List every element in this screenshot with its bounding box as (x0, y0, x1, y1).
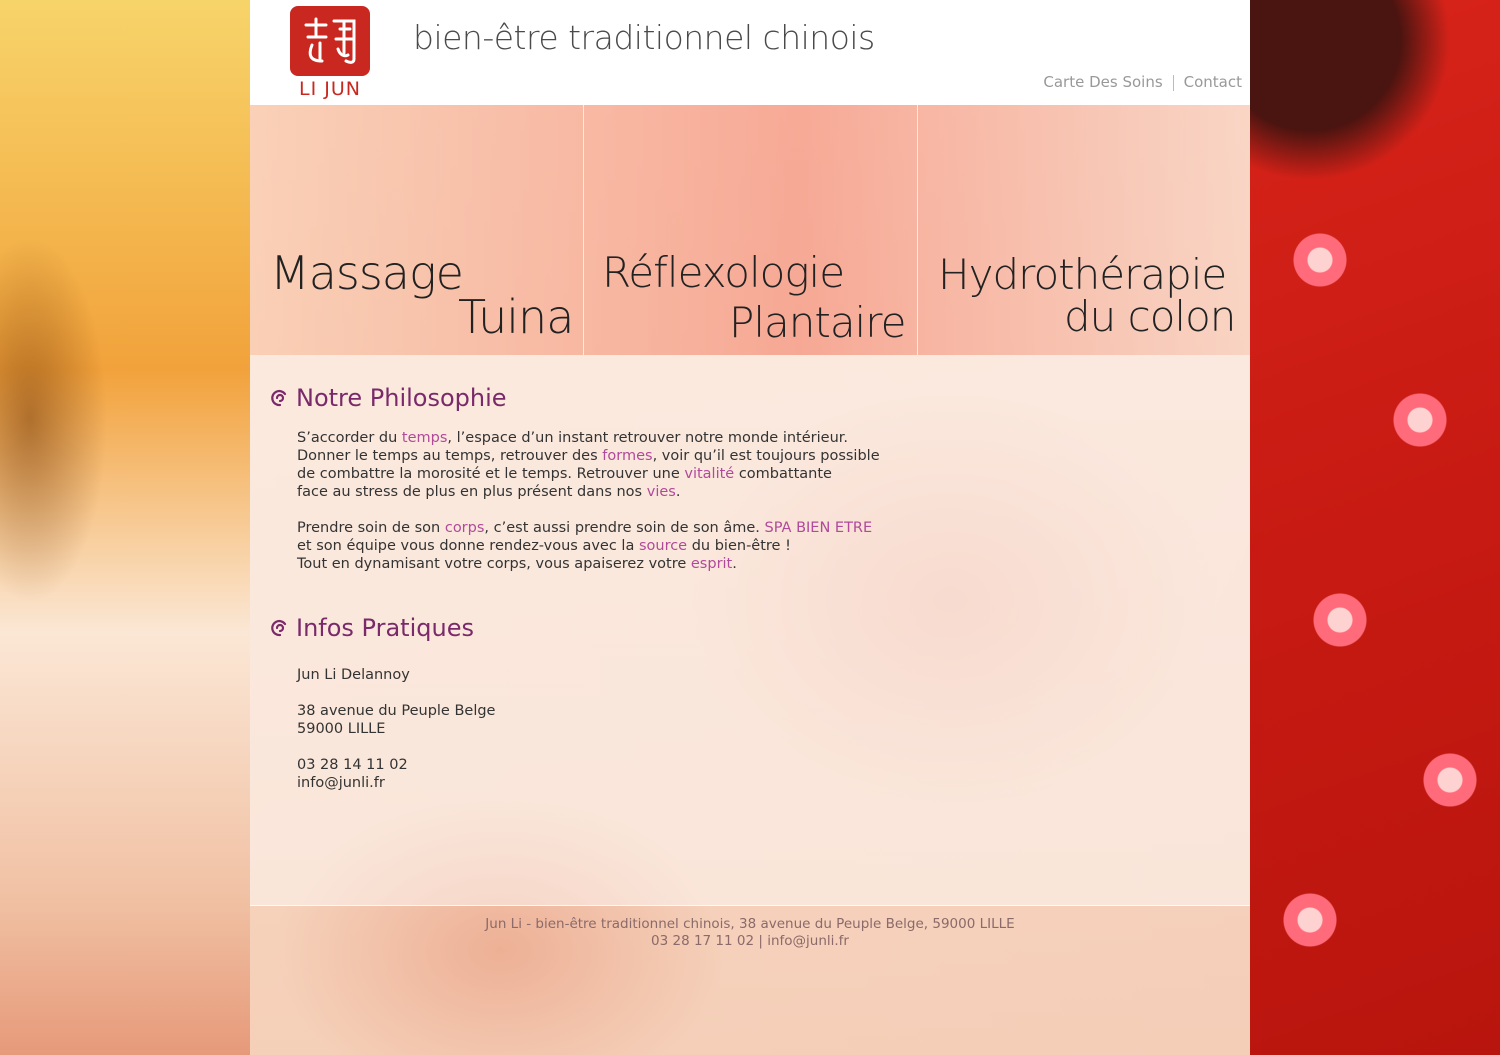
highlight-word: temps (401, 430, 448, 446)
nav-carte-des-soins[interactable]: Carte Des Soins (1043, 73, 1162, 91)
spiral-icon (271, 389, 287, 407)
seal-icon (290, 6, 370, 76)
text: S’accorder du (297, 430, 402, 446)
text: face au stress de plus en plus présent d… (297, 484, 647, 500)
background-photo-left (0, 0, 250, 1055)
text: et son équipe vous donne rendez-vous ave… (297, 538, 639, 554)
service-reflexologie-plantaire[interactable]: Réflexologie Plantaire (602, 248, 906, 347)
section-title-text: Infos Pratiques (296, 614, 474, 642)
contact-name: Jun Li Delannoy (297, 667, 410, 683)
service-title-line2: du colon (1064, 292, 1236, 341)
footer-line-2: 03 28 17 11 02 | info@junli.fr (651, 933, 849, 949)
service-hydrotherapie-colon[interactable]: Hydrothérapie du colon (938, 250, 1236, 341)
highlight-word: esprit (690, 556, 733, 572)
tagline: bien-être traditionnel chinois (413, 18, 875, 57)
footer-divider (250, 905, 1250, 906)
text: . (732, 556, 737, 572)
text: , l’espace d’un instant retrouver notre … (447, 430, 849, 446)
text: , c’est aussi prendre soin de son âme. (484, 520, 765, 536)
highlight-word: formes (602, 448, 653, 464)
email-link[interactable]: info@junli.fr (297, 774, 495, 792)
text: . (675, 484, 681, 500)
service-title-line2: Plantaire (729, 298, 906, 347)
address-line-2: 59000 LILLE (297, 721, 386, 737)
service-massage-tuina[interactable]: Massage Tuina (270, 250, 574, 344)
footer-line-1: Jun Li - bien-être traditionnel chinois,… (485, 916, 1015, 932)
section-title-text: Notre Philosophie (296, 384, 507, 412)
footer: Jun Li - bien-être traditionnel chinois,… (250, 916, 1250, 950)
text: , voir qu’il est toujours possible (652, 448, 880, 464)
highlight-word: vies (646, 484, 676, 500)
service-title-line1: Réflexologie (602, 248, 845, 297)
spiral-icon (271, 619, 287, 637)
text: de combattre la morosité et le temps. Re… (297, 466, 685, 482)
philosophy-paragraph-1: S’accorder du temps, l’espace d’un insta… (297, 429, 897, 501)
section-title-philosophie: Notre Philosophie (270, 384, 507, 412)
highlight-word: SPA BIEN ETRE (764, 520, 873, 536)
nav-separator (1172, 74, 1174, 91)
text: Tout en dynamisant votre corps, vous apa… (297, 556, 691, 572)
phone-number: 03 28 14 11 02 (297, 757, 408, 773)
logo-text: LI JUN (299, 78, 361, 100)
nav-contact[interactable]: Contact (1184, 73, 1242, 91)
text: Prendre soin de son (297, 520, 445, 536)
banner-divider (583, 105, 584, 355)
highlight-word: vitalité (684, 466, 735, 482)
background-photo-right (1250, 0, 1500, 1055)
text: Donner le temps au temps, retrouver des (297, 448, 603, 464)
top-navigation: Carte Des Soins Contact (1043, 73, 1242, 91)
section-title-infos: Infos Pratiques (270, 614, 474, 642)
service-title-line1: Hydrothérapie (938, 250, 1227, 299)
highlight-word: source (638, 538, 688, 554)
highlight-word: corps (444, 520, 485, 536)
logo[interactable]: LI JUN (290, 6, 370, 100)
contact-info: Jun Li Delannoy 38 avenue du Peuple Belg… (297, 666, 495, 792)
philosophy-paragraph-2: Prendre soin de son corps, c’est aussi p… (297, 519, 897, 573)
address-line-1: 38 avenue du Peuple Belge (297, 703, 496, 719)
banner-divider (917, 105, 918, 355)
text: combattante (734, 466, 832, 482)
text: du bien-être ! (687, 538, 791, 554)
service-title-line2: Tuina (458, 290, 574, 344)
